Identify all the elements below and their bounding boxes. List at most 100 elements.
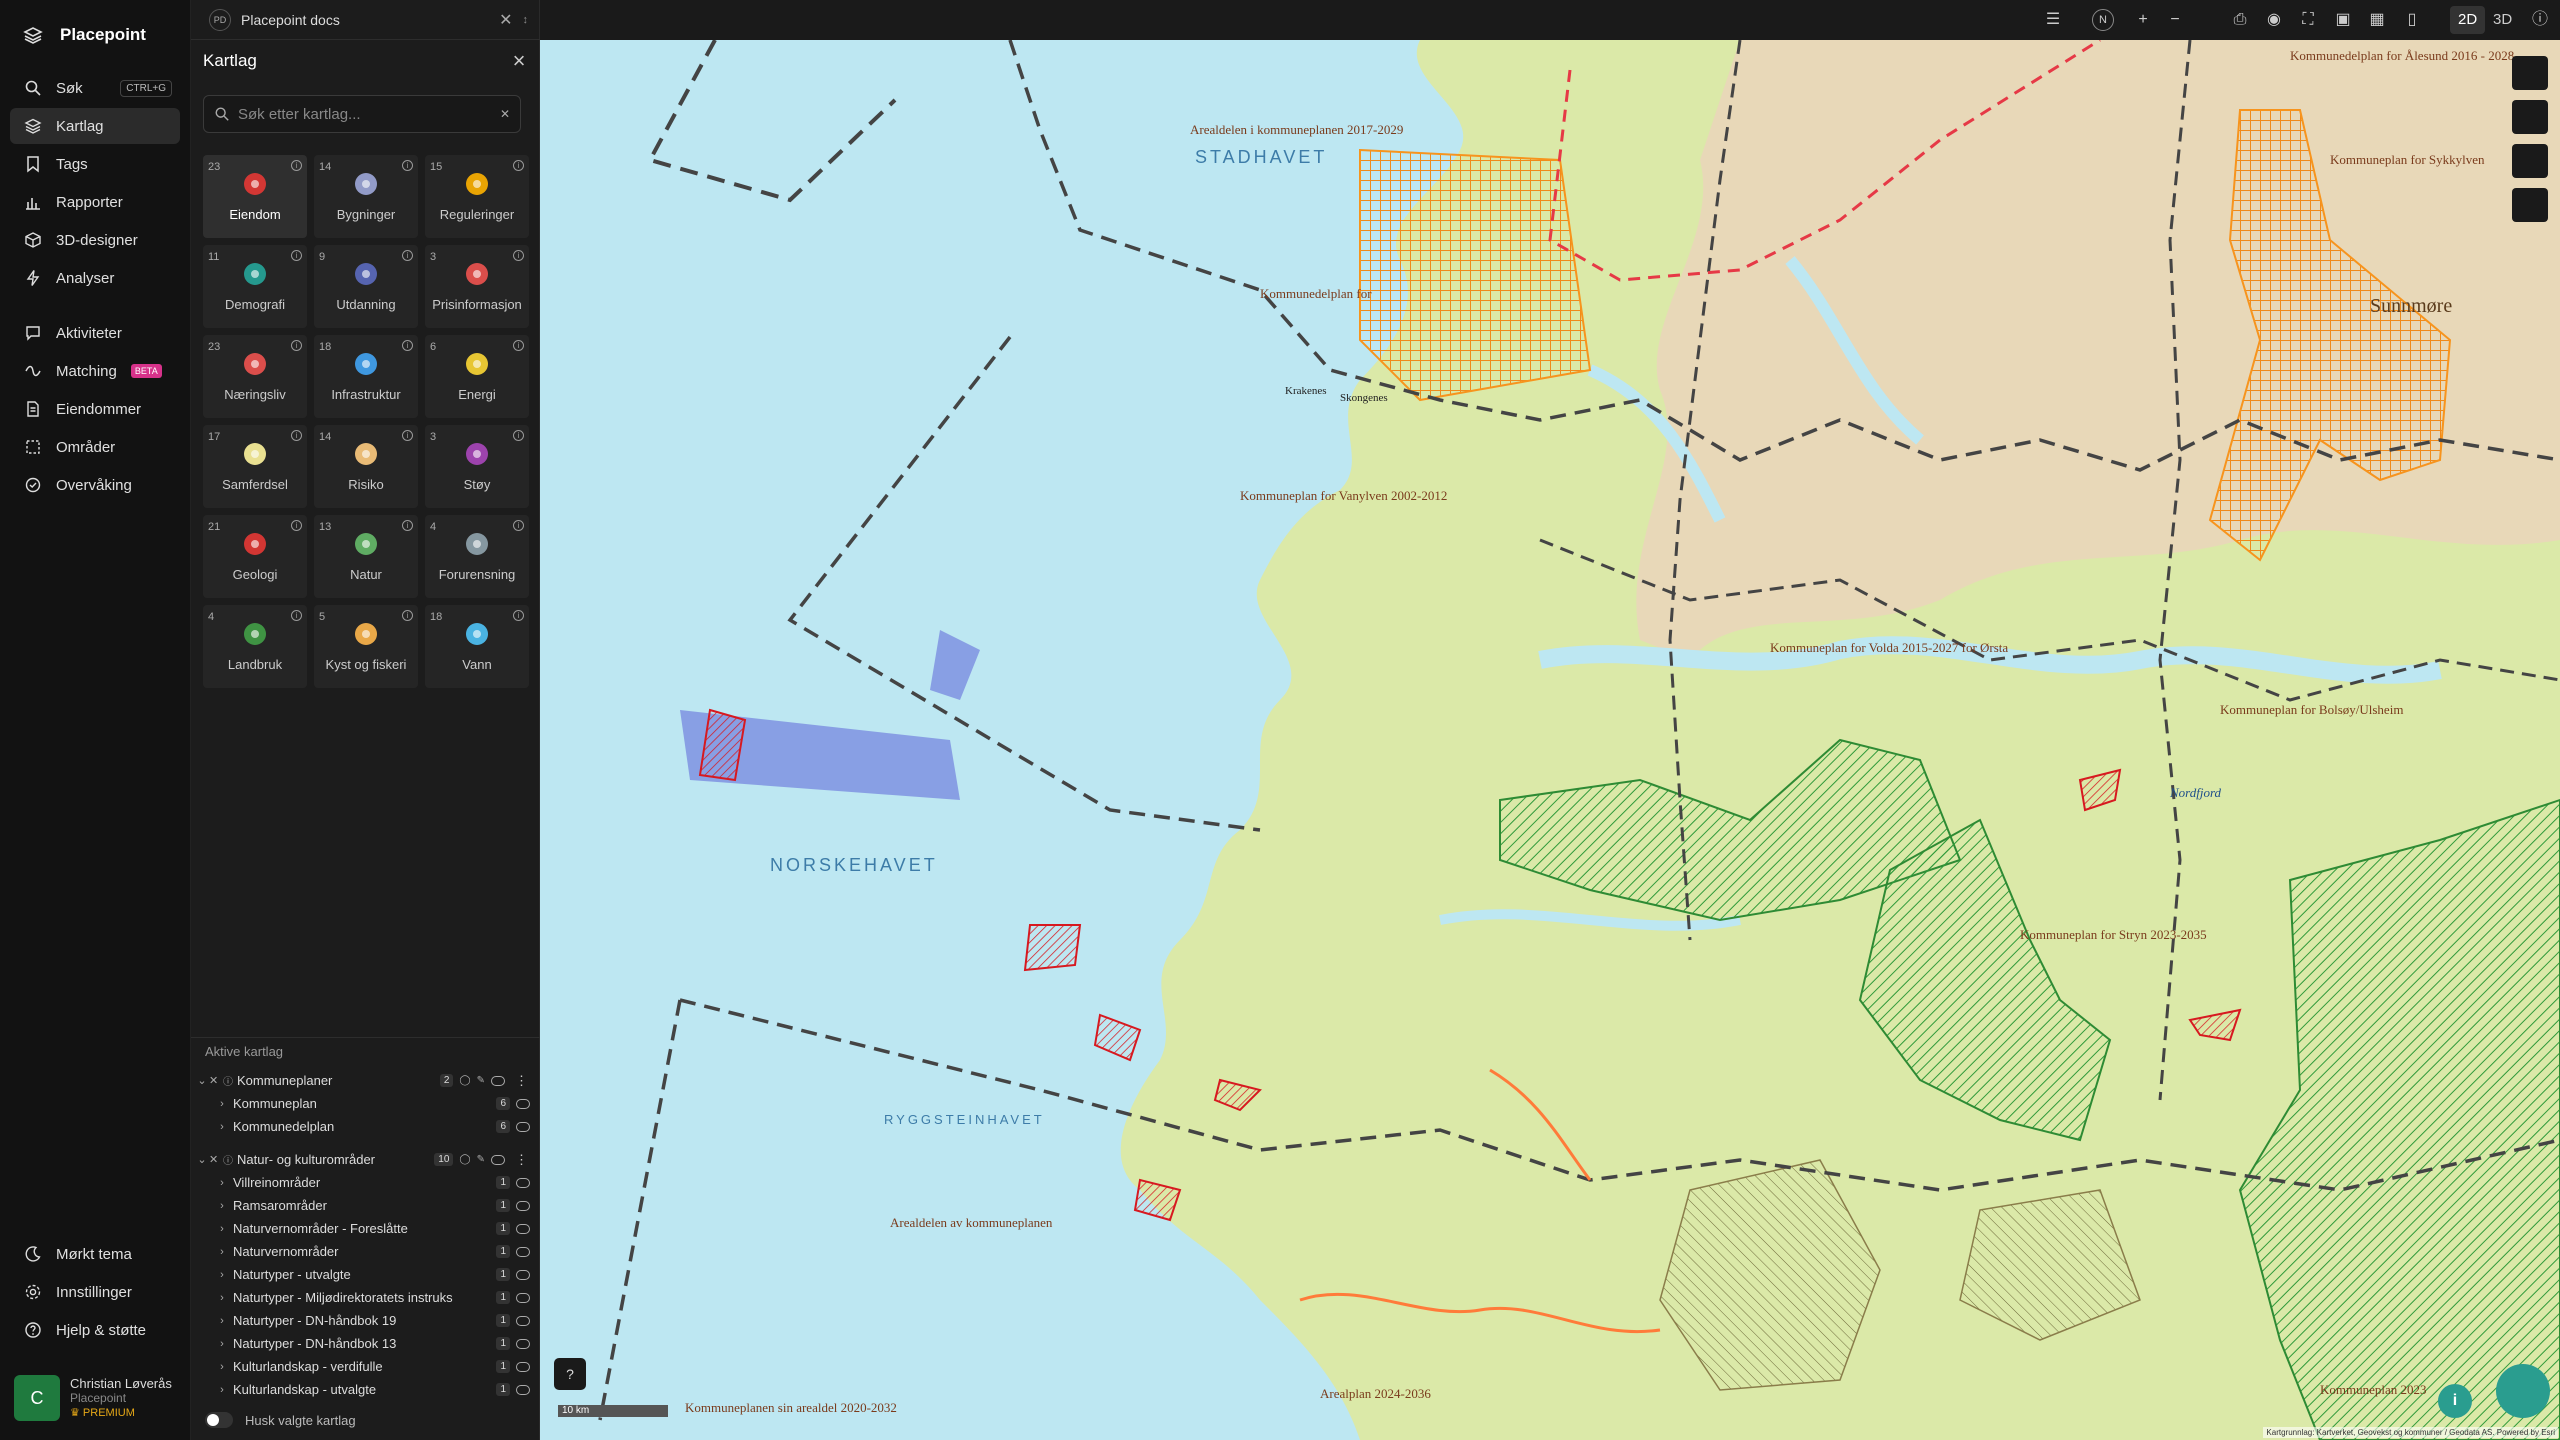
nav-item-dark-theme[interactable]: Mørkt tema	[10, 1236, 180, 1272]
brand[interactable]: Placepoint	[22, 20, 146, 50]
chat-button[interactable]	[2496, 1364, 2550, 1418]
nav-item-3d-designer[interactable]: 3D-designer	[10, 222, 180, 258]
layer-row[interactable]: › Naturtyper - utvalgte 1	[191, 1263, 540, 1286]
eye-icon[interactable]	[516, 1098, 530, 1109]
eye-icon[interactable]	[516, 1361, 530, 1372]
layer-row[interactable]: › Villreinområder 1	[191, 1171, 540, 1194]
eye-icon[interactable]	[491, 1154, 505, 1165]
info-icon[interactable]: ⓘ	[223, 1073, 237, 1088]
nav-item-tags[interactable]: Tags	[10, 146, 180, 182]
chevron-updown-icon[interactable]: ↕	[523, 14, 529, 26]
map-canvas[interactable]: STADHAVET NORSKEHAVET RYGGSTEINHAVET Are…	[540, 40, 2560, 1440]
map-tool-chart[interactable]	[2512, 144, 2548, 178]
map-help-button[interactable]: ?	[554, 1358, 586, 1390]
clear-search-icon[interactable]: ✕	[500, 107, 510, 121]
eye-icon[interactable]	[516, 1246, 530, 1257]
nav-item-analyser[interactable]: Analyser	[10, 260, 180, 296]
category-tile-reguleringer[interactable]: 15 i Reguleringer	[425, 155, 529, 238]
zoom-out-icon[interactable]: −	[2165, 10, 2185, 30]
edit-icon[interactable]: ✎	[477, 1075, 485, 1086]
map-tool-select[interactable]	[2512, 56, 2548, 90]
layer-row[interactable]: › Kulturlandskap - utvalgte 1	[191, 1378, 540, 1401]
remove-group-icon[interactable]: ✕	[209, 1153, 223, 1166]
category-tile-infrastruktur[interactable]: 18 i Infrastruktur	[314, 335, 418, 418]
chevron-right-icon[interactable]: ›	[215, 1223, 229, 1235]
info-icon[interactable]: ⓘ	[223, 1152, 237, 1167]
nav-item-rapporter[interactable]: Rapporter	[10, 184, 180, 220]
eye-icon[interactable]	[516, 1223, 530, 1234]
category-tile-utdanning[interactable]: 9 i Utdanning	[314, 245, 418, 328]
fullscreen-icon[interactable]: ⛶	[2298, 10, 2318, 30]
layer-group-row[interactable]: ⌄ ✕ ⓘ Natur- og kulturområder 10 ◯ ✎ ⋮	[191, 1148, 540, 1171]
eye-icon[interactable]	[516, 1269, 530, 1280]
layer-row[interactable]: › Naturvernområder 1	[191, 1240, 540, 1263]
category-tile-vann[interactable]: 18 i Vann	[425, 605, 529, 688]
layer-row[interactable]: › Kommunedelplan 6	[191, 1115, 540, 1138]
chevron-right-icon[interactable]: ›	[215, 1177, 229, 1189]
info-icon[interactable]: i	[402, 160, 413, 171]
info-icon[interactable]: i	[513, 340, 524, 351]
map-tool-measure[interactable]	[2512, 100, 2548, 134]
chevron-right-icon[interactable]: ›	[215, 1121, 229, 1133]
zoom-in-icon[interactable]: +	[2133, 10, 2153, 30]
info-icon[interactable]: i	[513, 430, 524, 441]
layer-row[interactable]: › Ramsarområder 1	[191, 1194, 540, 1217]
close-tab-icon[interactable]: ✕	[499, 10, 512, 30]
layer-group-row[interactable]: ⌄ ✕ ⓘ Kommuneplaner 2 ◯ ✎ ⋮	[191, 1069, 540, 1092]
category-tile-næringsliv[interactable]: 23 i Næringsliv	[203, 335, 307, 418]
layer-row[interactable]: › Kommuneplan 6	[191, 1092, 540, 1115]
document-tab[interactable]: PD Placepoint docs ✕ ↕	[191, 0, 540, 40]
view-3d-button[interactable]: 3D	[2485, 6, 2520, 34]
grid-icon[interactable]: ▦	[2367, 10, 2387, 30]
eye-icon[interactable]	[516, 1200, 530, 1211]
remove-group-icon[interactable]: ✕	[209, 1074, 223, 1087]
info-icon[interactable]: i	[402, 250, 413, 261]
camera-icon[interactable]: ▣	[2333, 10, 2353, 30]
info-icon[interactable]: i	[291, 160, 302, 171]
chevron-right-icon[interactable]: ›	[215, 1338, 229, 1350]
layer-row[interactable]: › Naturvernområder - Foreslåtte 1	[191, 1217, 540, 1240]
category-tile-risiko[interactable]: 14 i Risiko	[314, 425, 418, 508]
chevron-right-icon[interactable]: ›	[215, 1361, 229, 1373]
eye-icon[interactable]	[491, 1075, 505, 1086]
print-icon[interactable]: ⎙	[2230, 10, 2250, 30]
user-profile[interactable]: C Christian Løverås Placepoint ♛ PREMIUM	[14, 1372, 184, 1424]
nav-item-aktiviteter[interactable]: Aktiviteter	[10, 315, 180, 351]
nav-item-settings[interactable]: Innstillinger	[10, 1274, 180, 1310]
bookmark-icon[interactable]: ▯	[2402, 10, 2422, 30]
category-tile-natur[interactable]: 13 i Natur	[314, 515, 418, 598]
info-icon[interactable]: i	[402, 610, 413, 621]
eye-icon[interactable]	[516, 1384, 530, 1395]
info-icon[interactable]: i	[291, 610, 302, 621]
map-tool-draw[interactable]	[2512, 188, 2548, 222]
eye-icon[interactable]	[516, 1292, 530, 1303]
chevron-right-icon[interactable]: ›	[215, 1246, 229, 1258]
chevron-right-icon[interactable]: ›	[215, 1098, 229, 1110]
info-icon[interactable]: i	[513, 520, 524, 531]
info-icon[interactable]: i	[291, 250, 302, 261]
layer-row[interactable]: › Naturtyper - DN-håndbok 19 1	[191, 1309, 540, 1332]
layer-row[interactable]: › Naturtyper - Miljødirektoratets instruk…	[191, 1286, 540, 1309]
chevron-right-icon[interactable]: ›	[215, 1384, 229, 1396]
eye-icon[interactable]	[516, 1121, 530, 1132]
opacity-icon[interactable]: ◯	[459, 1075, 470, 1086]
layers-stack-icon[interactable]: ☰	[2043, 10, 2063, 30]
layer-row[interactable]: › Naturtyper - DN-håndbok 13 1	[191, 1332, 540, 1355]
info-icon[interactable]: i	[402, 520, 413, 531]
category-tile-bygninger[interactable]: 14 i Bygninger	[314, 155, 418, 238]
nav-item-matching[interactable]: Matching BETA	[10, 353, 180, 389]
info-icon[interactable]: i	[291, 520, 302, 531]
category-tile-landbruk[interactable]: 4 i Landbruk	[203, 605, 307, 688]
nav-item-help[interactable]: Hjelp & støtte	[10, 1312, 180, 1348]
chevron-right-icon[interactable]: ›	[215, 1315, 229, 1327]
layer-row[interactable]: › Kulturlandskap - verdifulle 1	[191, 1355, 540, 1378]
category-tile-samferdsel[interactable]: 17 i Samferdsel	[203, 425, 307, 508]
chevron-right-icon[interactable]: ›	[215, 1200, 229, 1212]
eye-icon[interactable]	[516, 1177, 530, 1188]
more-icon[interactable]: ⋮	[515, 1152, 528, 1168]
chevron-right-icon[interactable]: ›	[215, 1292, 229, 1304]
close-panel-icon[interactable]: ×	[509, 50, 529, 72]
info-icon[interactable]: i	[291, 430, 302, 441]
info-icon[interactable]: i	[513, 250, 524, 261]
compass-button[interactable]: N	[2092, 9, 2114, 31]
